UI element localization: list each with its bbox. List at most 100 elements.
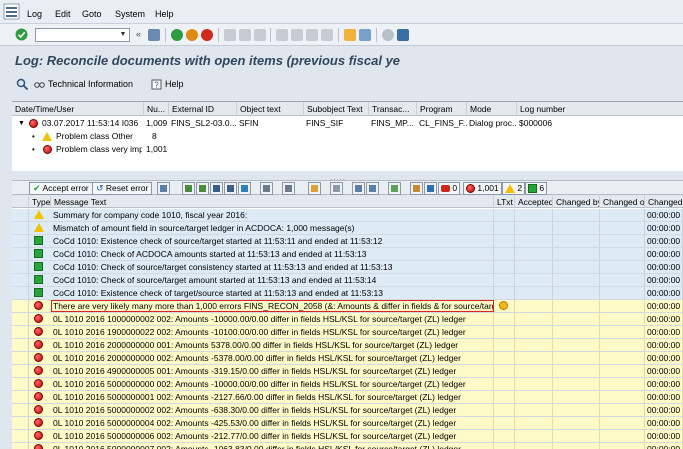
row-selector[interactable]	[12, 261, 29, 273]
export-icon[interactable]	[308, 182, 321, 195]
col-number[interactable]: Nu...	[144, 102, 169, 116]
row-selector[interactable]	[12, 391, 29, 403]
views-icon[interactable]	[410, 182, 423, 195]
total-icon[interactable]	[260, 182, 273, 195]
row-selector[interactable]	[12, 443, 29, 449]
find-icon[interactable]	[210, 182, 223, 195]
row-selector[interactable]	[12, 235, 29, 247]
help-button[interactable]: ? Help	[151, 77, 184, 91]
menu-edit[interactable]: Edit	[55, 9, 71, 19]
find-next-icon[interactable]	[254, 29, 266, 41]
help-icon[interactable]	[382, 29, 394, 41]
message-row[interactable]: 0L 1010 2016 5000000002 002: Amounts -63…	[12, 404, 683, 417]
exit-icon[interactable]	[186, 29, 198, 41]
row-selector[interactable]	[12, 300, 29, 312]
menu-help[interactable]: Help	[155, 9, 174, 19]
col-changed-on[interactable]: Changed on	[600, 196, 645, 208]
message-row[interactable]: CoCd 1010: Check of source/target amount…	[12, 274, 683, 287]
row-selector[interactable]	[12, 209, 29, 221]
choose-layout-icon[interactable]	[352, 182, 365, 195]
technical-information-button[interactable]: Technical Information	[34, 77, 133, 91]
filter-icon[interactable]	[238, 182, 251, 195]
longtext-icon[interactable]	[499, 301, 508, 310]
command-field[interactable]: ▼	[35, 28, 130, 42]
col-type[interactable]: Type	[29, 196, 51, 208]
col-date-time-user[interactable]: Date/Time/User	[12, 102, 144, 116]
message-row[interactable]: CoCd 1010: Check of source/target consis…	[12, 261, 683, 274]
col-program[interactable]: Program	[417, 102, 467, 116]
row-selector[interactable]	[12, 404, 29, 416]
message-row[interactable]: 0L 1010 2016 5000000001 002: Amounts -21…	[12, 391, 683, 404]
row-selector[interactable]	[12, 430, 29, 442]
message-row[interactable]: 0L 1010 2016 5000000000 002: Amounts -10…	[12, 378, 683, 391]
print-icon[interactable]	[224, 29, 236, 41]
customize-layout-icon[interactable]	[397, 29, 409, 41]
row-selector[interactable]	[12, 313, 29, 325]
subtotal-icon[interactable]	[282, 182, 295, 195]
row-selector[interactable]	[12, 326, 29, 338]
row-selector[interactable]	[12, 287, 29, 299]
save-icon[interactable]	[148, 29, 160, 41]
save-layout-icon[interactable]	[366, 182, 379, 195]
row-selector[interactable]	[12, 274, 29, 286]
last-page-icon[interactable]	[321, 29, 333, 41]
message-row[interactable]: 0L 1010 2016 2000000000 002: Amounts -53…	[12, 352, 683, 365]
row-selector[interactable]	[12, 365, 29, 377]
back-icon[interactable]	[171, 29, 183, 41]
col-message-text[interactable]: Message Text	[51, 196, 494, 208]
message-row[interactable]: CoCd 1010: Check of ACDOCA amounts start…	[12, 248, 683, 261]
log-row[interactable]: ▼ 03.07.2017 11:53:14 I036 1,009 FINS_SL…	[12, 117, 683, 130]
message-row[interactable]: There are very likely many more than 1,0…	[12, 300, 683, 313]
col-changed-by[interactable]: Changed by	[553, 196, 600, 208]
message-row[interactable]: 0L 1010 2016 5000000004 002: Amounts -42…	[12, 417, 683, 430]
problem-class-row[interactable]: • Problem class very impo 1,001	[12, 143, 683, 156]
col-longtext[interactable]: LTxt	[494, 196, 515, 208]
previous-page-icon[interactable]	[291, 29, 303, 41]
menu-log[interactable]: Log	[27, 9, 42, 19]
filter-warnings-button[interactable]: 2	[502, 182, 526, 195]
menu-goto[interactable]: Goto	[82, 9, 102, 19]
enter-check-icon[interactable]	[15, 28, 28, 41]
display-details-icon[interactable]	[16, 78, 29, 91]
message-row[interactable]: 0L 1010 2016 4900000005 001: Amounts -31…	[12, 365, 683, 378]
first-page-icon[interactable]	[276, 29, 288, 41]
next-page-icon[interactable]	[306, 29, 318, 41]
splitter[interactable]: .....	[0, 172, 683, 182]
reset-error-button[interactable]: ↺ Reset error	[92, 182, 153, 195]
details-icon[interactable]	[157, 182, 170, 195]
shortcut-icon[interactable]	[359, 29, 371, 41]
col-log-number[interactable]: Log number	[517, 102, 683, 116]
double-chevron-left-icon[interactable]: «	[136, 29, 141, 39]
sort-ascending-icon[interactable]	[182, 182, 195, 195]
message-row[interactable]: 0L 1010 2016 5000000007 002: Amounts -10…	[12, 443, 683, 449]
message-row[interactable]: 0L 1010 2016 1900000022 002: Amounts -10…	[12, 326, 683, 339]
message-row[interactable]: CoCd 1010: Existence check of target/sou…	[12, 287, 683, 300]
filter-success-button[interactable]: 6	[525, 182, 548, 195]
message-row[interactable]: Mismatch of amount field in source/targe…	[12, 222, 683, 235]
select-all-icon[interactable]	[12, 196, 29, 208]
message-row[interactable]: 0L 1010 2016 2000000000 001: Amounts 537…	[12, 339, 683, 352]
col-object-text[interactable]: Object text	[237, 102, 304, 116]
message-row[interactable]: CoCd 1010: Existence check of source/tar…	[12, 235, 683, 248]
message-row[interactable]: 0L 1010 2016 1000000002 002: Amounts -10…	[12, 313, 683, 326]
find-next-icon[interactable]	[224, 182, 237, 195]
col-mode[interactable]: Mode	[467, 102, 517, 116]
sap-menu-icon[interactable]	[3, 3, 20, 20]
new-session-icon[interactable]	[344, 29, 356, 41]
problem-class-row[interactable]: • Problem class Other 8	[12, 130, 683, 143]
print-preview-icon[interactable]	[330, 182, 343, 195]
message-row[interactable]: Summary for company code 1010, fiscal ye…	[12, 209, 683, 222]
col-accepted[interactable]: Accepted	[515, 196, 553, 208]
expand-triangle-icon[interactable]: ▼	[18, 117, 25, 130]
col-external-id[interactable]: External ID	[169, 102, 237, 116]
col-transaction[interactable]: Transac...	[369, 102, 417, 116]
filter-errors-zero-button[interactable]: 0	[438, 182, 461, 195]
find-icon[interactable]	[239, 29, 251, 41]
col-changed-at[interactable]: Changed a	[645, 196, 683, 208]
information-icon[interactable]	[424, 182, 437, 195]
chevron-down-icon[interactable]: ▼	[118, 30, 128, 40]
cancel-icon[interactable]	[201, 29, 213, 41]
row-selector[interactable]	[12, 222, 29, 234]
row-selector[interactable]	[12, 417, 29, 429]
row-selector[interactable]	[12, 248, 29, 260]
